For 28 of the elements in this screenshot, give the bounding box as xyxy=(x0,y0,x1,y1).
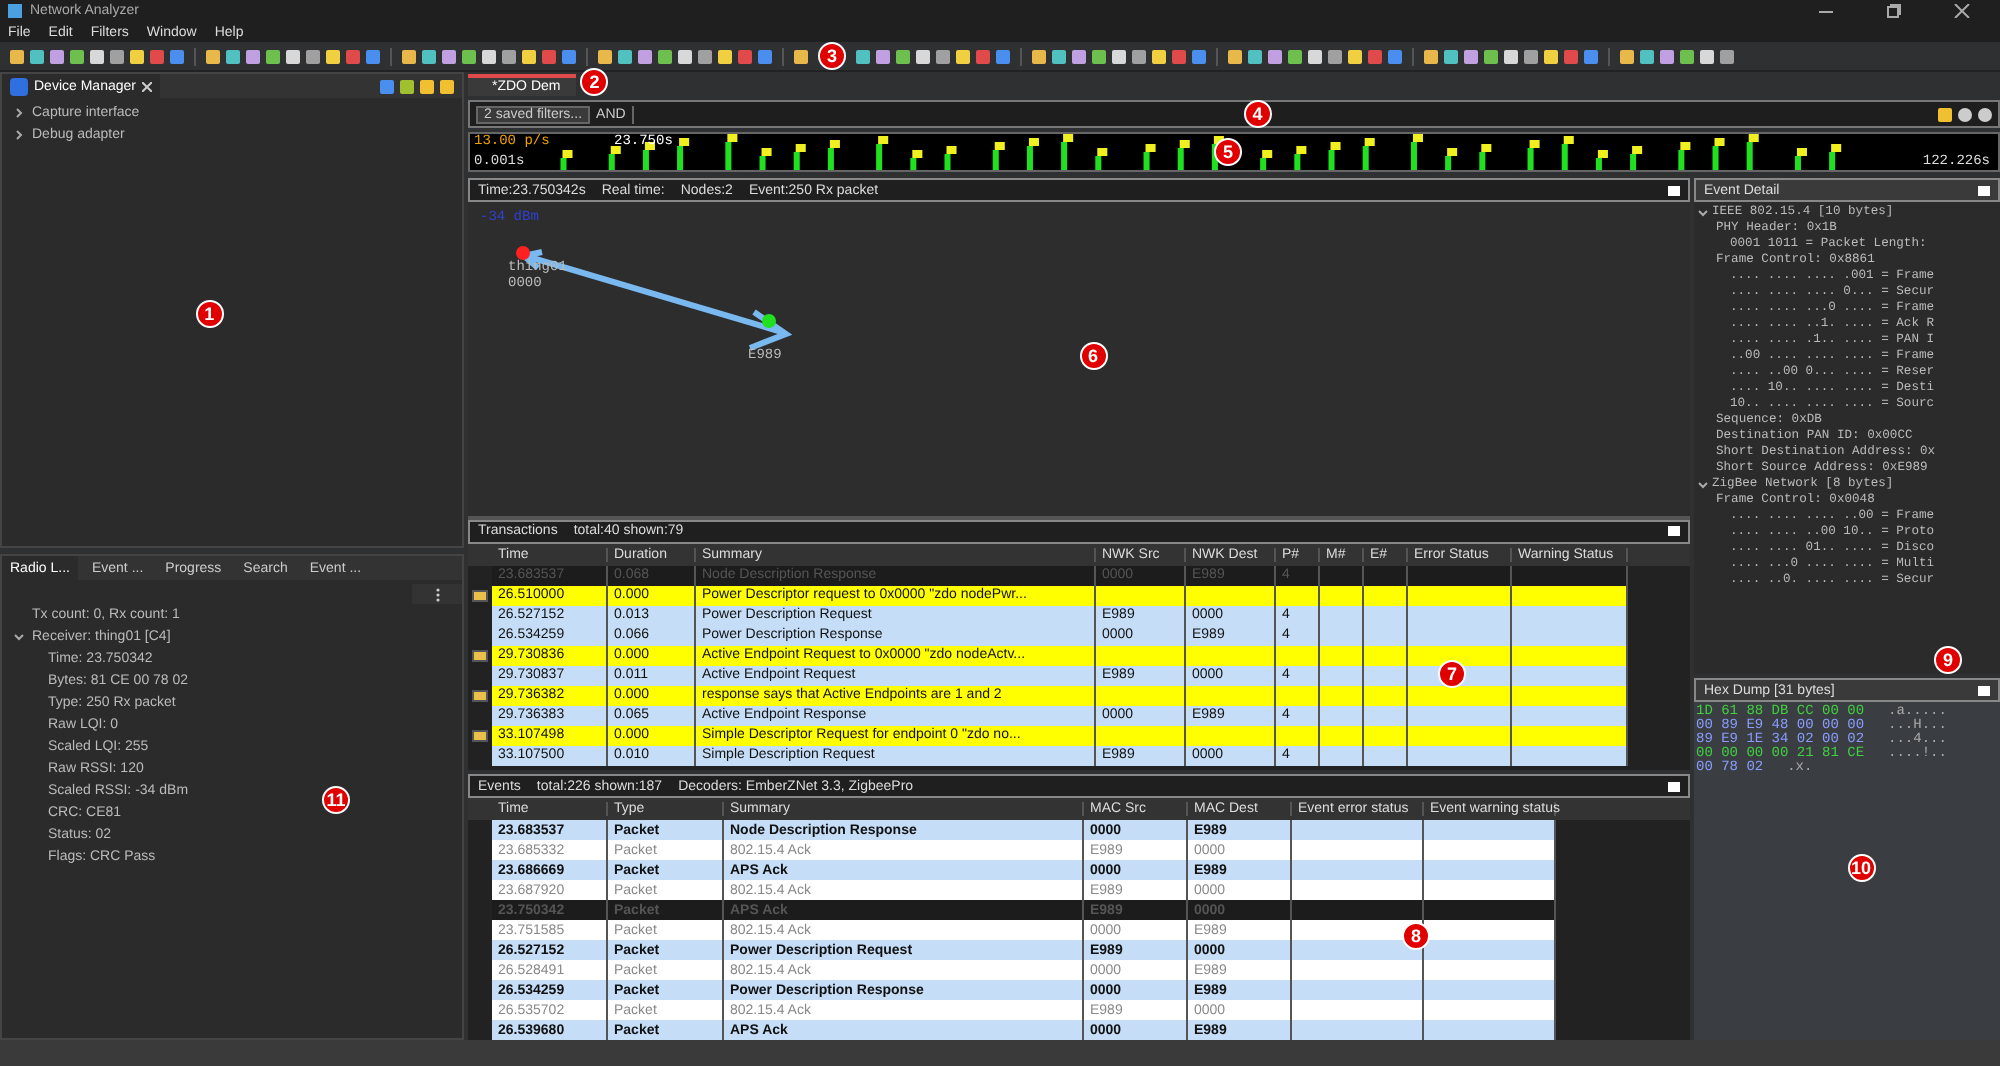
callout-badge: 5 xyxy=(1214,138,1242,166)
chevron-icon[interactable] xyxy=(14,108,24,118)
node-dot[interactable] xyxy=(516,246,530,260)
maximize-icon[interactable] xyxy=(1668,185,1680,195)
chevron-icon[interactable] xyxy=(14,632,24,642)
note-icon xyxy=(472,729,488,742)
maximize-icon[interactable] xyxy=(1978,185,1990,195)
maximize-icon[interactable] xyxy=(1668,526,1680,537)
device-icon xyxy=(10,77,28,95)
callout-badge: 4 xyxy=(1243,100,1272,128)
callout-badge: 11 xyxy=(322,786,350,815)
note-icon xyxy=(472,589,488,602)
chevron-icon[interactable] xyxy=(14,130,24,140)
toolbar-icon[interactable] xyxy=(794,49,808,63)
callout-badge: 10 xyxy=(1847,854,1875,883)
chevron-icon[interactable] xyxy=(1698,207,1708,217)
note-icon xyxy=(472,689,488,702)
maximize-icon[interactable] xyxy=(1668,781,1680,791)
maximize-icon[interactable] xyxy=(1978,685,1990,695)
close-icon[interactable] xyxy=(141,81,152,91)
app-icon xyxy=(8,4,22,18)
callout-badge: 2 xyxy=(580,68,609,96)
callout-badge: 3 xyxy=(818,42,846,70)
chevron-icon[interactable] xyxy=(1698,479,1708,489)
callout-badge: 6 xyxy=(1079,342,1107,371)
note-icon xyxy=(472,649,488,662)
callout-badge: 9 xyxy=(1934,646,1962,674)
callout-badge: 1 xyxy=(195,299,224,328)
